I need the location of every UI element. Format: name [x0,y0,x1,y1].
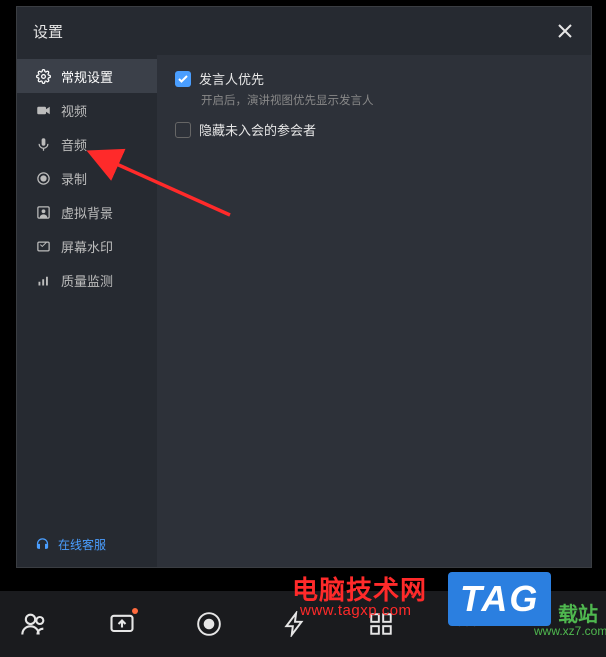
more-button[interactable] [454,611,480,637]
sidebar-item-label: 音频 [61,135,87,154]
check-icon [177,73,189,85]
settings-sidebar: 常规设置 视频 音频 录制 [17,55,157,567]
settings-dialog: 设置 常规设置 视频 音频 [16,6,592,568]
sidebar-item-label: 常规设置 [61,67,113,86]
share-screen-icon [108,610,136,638]
sidebar-item-label: 质量监测 [61,271,113,290]
option-speaker-priority[interactable]: 发言人优先 [175,69,573,88]
checkbox-checked[interactable] [175,71,191,87]
sidebar-item-quality[interactable]: 质量监测 [17,263,157,297]
bottom-toolbar [0,591,606,657]
grid-button[interactable] [368,611,394,637]
online-support-label: 在线客服 [58,536,106,553]
sidebar-item-label: 录制 [61,169,87,188]
dialog-title: 设置 [33,21,63,42]
stats-icon [35,272,51,288]
close-icon [557,23,573,39]
sidebar-item-label: 屏幕水印 [61,237,113,256]
sidebar-item-label: 虚拟背景 [61,203,113,222]
record-icon [35,170,51,186]
more-icon [454,611,480,637]
sidebar-item-virtual-bg[interactable]: 虚拟背景 [17,195,157,229]
option-label: 发言人优先 [199,69,264,88]
record-button[interactable] [196,611,222,637]
lightning-icon [282,611,308,637]
headset-icon [35,537,50,552]
sidebar-bottom: 在线客服 [17,524,157,567]
background-icon [35,204,51,220]
participants-button[interactable] [20,610,48,638]
option-description: 开启后，演讲视图优先显示发言人 [201,92,573,108]
checkbox-unchecked[interactable] [175,122,191,138]
sidebar-item-record[interactable]: 录制 [17,161,157,195]
record-icon [196,611,222,637]
option-label: 隐藏未入会的参会者 [199,120,316,139]
notification-dot [132,608,138,614]
gear-icon [35,68,51,84]
close-button[interactable] [555,21,575,41]
video-icon [35,102,51,118]
participants-icon [20,610,48,638]
lightning-button[interactable] [282,611,308,637]
sidebar-item-general[interactable]: 常规设置 [17,59,157,93]
online-support-link[interactable]: 在线客服 [35,536,139,553]
settings-content: 发言人优先 开启后，演讲视图优先显示发言人 隐藏未入会的参会者 [157,55,591,567]
sidebar-item-video[interactable]: 视频 [17,93,157,127]
option-hide-absent[interactable]: 隐藏未入会的参会者 [175,120,573,139]
dialog-body: 常规设置 视频 音频 录制 [17,55,591,567]
sidebar-item-watermark[interactable]: 屏幕水印 [17,229,157,263]
sidebar-item-label: 视频 [61,101,87,120]
dialog-header: 设置 [17,7,591,55]
sidebar-item-audio[interactable]: 音频 [17,127,157,161]
grid-icon [368,611,394,637]
share-button[interactable] [108,610,136,638]
microphone-icon [35,136,51,152]
watermark-icon [35,238,51,254]
